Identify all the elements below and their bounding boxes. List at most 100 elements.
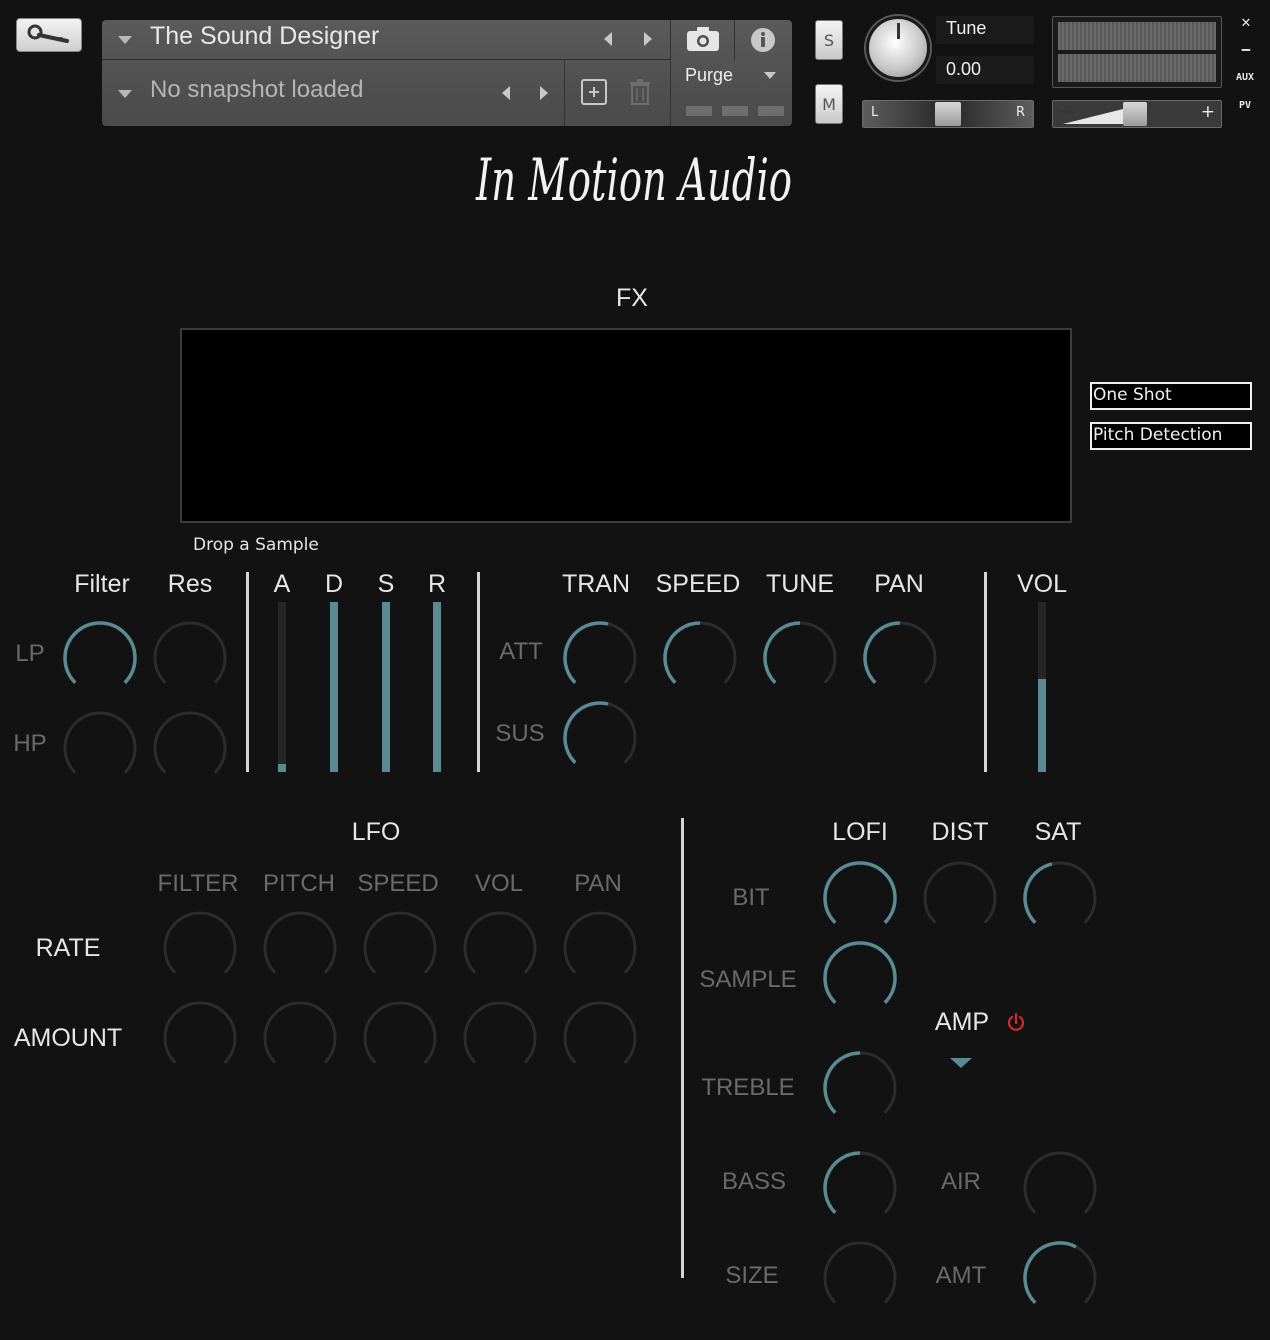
knob-track [363,911,437,974]
treble-knob[interactable] [820,1048,900,1128]
amp-power-icon[interactable] [1006,1012,1026,1034]
lp-filter-knob[interactable] [60,618,140,698]
settings-wrench-button[interactable] [16,18,82,52]
knob-track [63,711,137,774]
master-volume-slider[interactable]: − + [1052,100,1222,128]
knob-value-arc [823,1051,861,1114]
lfo-rate-vol-knob[interactable] [460,908,540,988]
close-button[interactable]: ✕ [1233,10,1259,32]
brand-logo: In Motion Audio [475,146,792,214]
attack-slider[interactable] [278,602,286,772]
camera-icon[interactable] [686,26,720,56]
sample-waveform-display[interactable] [180,328,1072,523]
hp-filter-knob[interactable] [60,708,140,788]
pan-handle[interactable] [935,102,961,126]
lfo-amount-pan-knob[interactable] [560,998,640,1078]
res-header: Res [167,570,213,598]
lfo-amount-vol-knob[interactable] [460,998,540,1078]
minimize-button[interactable]: − [1233,38,1259,60]
lp-res-knob[interactable] [150,618,230,698]
dist-knob[interactable] [920,858,1000,938]
prev-instrument-icon[interactable] [604,32,612,46]
instrument-name[interactable]: The Sound Designer [150,22,379,51]
purge-separator [670,20,671,126]
filter-adsr-divider [246,572,249,772]
lfo-amount-pitch-knob[interactable] [260,998,340,1078]
lfo-rate-pitch-knob[interactable] [260,908,340,988]
mute-button[interactable]: M [815,84,843,124]
hp-res-knob[interactable] [150,708,230,788]
release-slider[interactable] [433,602,441,772]
lfo-effects-divider [681,818,684,1278]
tran-att-knob[interactable] [560,618,640,698]
lfo-title: LFO [351,818,401,846]
bass-knob[interactable] [820,1148,900,1228]
next-snapshot-icon[interactable] [540,86,548,100]
snapshot-row: No snapshot loaded [102,60,670,126]
knob-value-arc [763,621,801,684]
knob-track [563,911,637,974]
speed-knob[interactable] [660,618,740,698]
purge-indicator-3 [758,106,784,116]
volume-handle[interactable] [1123,102,1147,126]
snapshot-name[interactable]: No snapshot loaded [150,76,364,104]
tune-knob[interactable] [866,16,930,80]
speed-header: SPEED [655,570,741,598]
pan-knob[interactable] [860,618,940,698]
sat-knob[interactable] [1020,858,1100,938]
tran-sus-knob[interactable] [560,698,640,778]
lfo-rate-speed-knob[interactable] [360,908,440,988]
vol-slider[interactable] [1038,602,1046,772]
tune-header: TUNE [765,570,835,598]
aux-button[interactable]: AUX [1232,66,1258,88]
size-knob[interactable] [820,1238,900,1318]
dist-header: DIST [931,818,989,846]
prev-snapshot-icon[interactable] [502,86,510,100]
save-snapshot-icon[interactable] [580,78,608,110]
snapshot-dropdown-icon[interactable] [118,90,132,98]
volume-minus-label: − [1059,102,1074,122]
decay-slider[interactable] [330,602,338,772]
purge-indicator-1 [686,106,712,116]
solo-button[interactable]: S [815,20,843,60]
sat-header: SAT [1034,818,1082,846]
lfo-col-speed: SPEED [357,870,439,897]
pan-slider[interactable]: L R [862,100,1034,128]
one-shot-toggle[interactable]: One Shot [1090,382,1252,410]
pv-button[interactable]: PV [1232,94,1258,116]
lfo-amount-filter-knob[interactable] [160,998,240,1078]
lofi-header: LOFI [832,818,888,846]
release-slider-fill [433,602,441,772]
tran-header: TRAN [561,570,631,598]
knob-track [363,1001,437,1064]
purge-dropdown-icon[interactable] [764,72,776,79]
amp-dropdown-icon[interactable] [950,1058,972,1068]
lfo-rate-pan-knob[interactable] [560,908,640,988]
instrument-dropdown-icon[interactable] [118,36,132,44]
lfo-amount-speed-knob[interactable] [360,998,440,1078]
lofi-bit-knob[interactable] [820,858,900,938]
tune-value[interactable]: 0.00 [936,56,1034,84]
knob-value-arc [823,941,897,1004]
lfo-rate-filter-knob[interactable] [160,908,240,988]
info-icon[interactable] [750,27,776,57]
knob-value-arc [1023,1241,1077,1304]
lofi-sample-knob[interactable] [820,938,900,1018]
pitch-detection-toggle[interactable]: Pitch Detection [1090,422,1252,450]
knob-track [563,1001,637,1064]
tune-knob-main[interactable] [760,618,840,698]
amt-knob[interactable] [1020,1238,1100,1318]
lfo-col-vol: VOL [474,870,524,897]
knob-value-arc [823,861,897,924]
fx-title: FX [616,284,648,312]
air-knob[interactable] [1020,1148,1100,1228]
delete-snapshot-icon[interactable] [628,78,652,110]
decay-slider-fill [330,602,338,772]
lfo-rate-label: RATE [35,934,101,962]
next-instrument-icon[interactable] [644,32,652,46]
purge-label[interactable]: Purge [685,65,733,86]
sus-label: SUS [495,720,545,747]
instrument-name-row: The Sound Designer [102,20,670,60]
sustain-slider[interactable] [382,602,390,772]
drop-sample-label: Drop a Sample [193,535,319,555]
